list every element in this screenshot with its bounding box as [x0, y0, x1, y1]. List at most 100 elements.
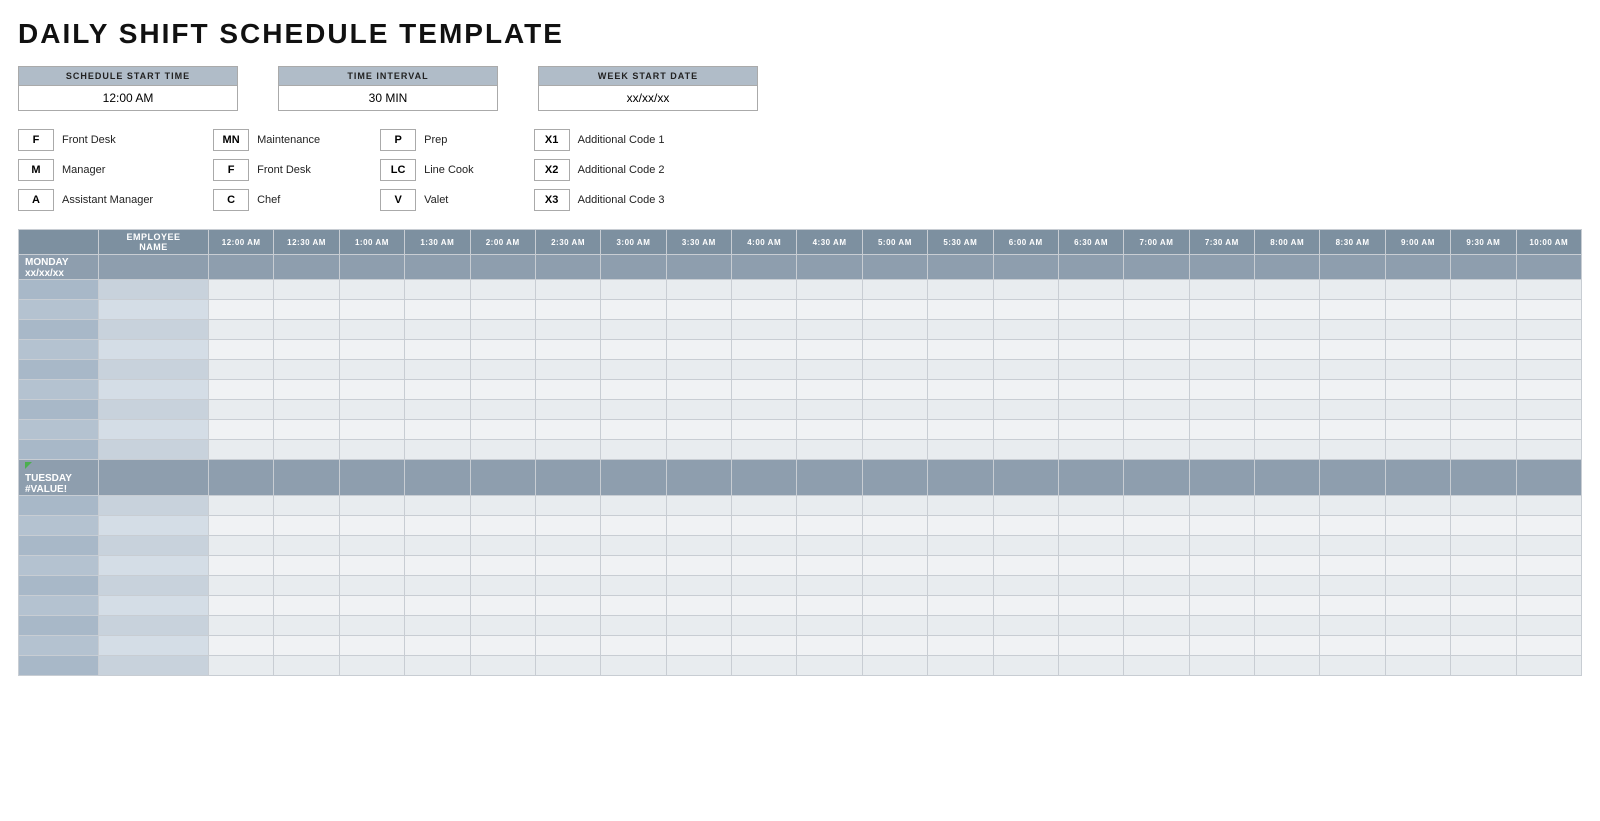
- schedule-cell[interactable]: [470, 596, 535, 616]
- schedule-cell[interactable]: [1516, 636, 1582, 656]
- schedule-cell[interactable]: [274, 496, 339, 516]
- schedule-cell[interactable]: [1058, 440, 1123, 460]
- schedule-cell[interactable]: [1320, 280, 1385, 300]
- schedule-cell[interactable]: [862, 340, 927, 360]
- schedule-cell[interactable]: [1058, 656, 1123, 676]
- schedule-cell[interactable]: [470, 496, 535, 516]
- employee-name-cell[interactable]: [99, 360, 209, 380]
- schedule-cell[interactable]: [797, 496, 862, 516]
- schedule-cell[interactable]: [209, 340, 274, 360]
- schedule-cell[interactable]: [732, 496, 797, 516]
- schedule-cell[interactable]: [1516, 320, 1582, 340]
- schedule-cell[interactable]: [1255, 516, 1320, 536]
- schedule-cell[interactable]: [405, 320, 470, 340]
- schedule-cell[interactable]: [862, 400, 927, 420]
- schedule-cell[interactable]: [1385, 516, 1450, 536]
- schedule-cell[interactable]: [535, 440, 600, 460]
- schedule-cell[interactable]: [535, 340, 600, 360]
- schedule-cell[interactable]: [1255, 320, 1320, 340]
- schedule-cell[interactable]: [1255, 420, 1320, 440]
- schedule-cell[interactable]: [1189, 380, 1254, 400]
- schedule-cell[interactable]: [797, 576, 862, 596]
- schedule-cell[interactable]: [1451, 556, 1516, 576]
- schedule-cell[interactable]: [1320, 340, 1385, 360]
- schedule-cell[interactable]: [928, 496, 993, 516]
- schedule-cell[interactable]: [1320, 300, 1385, 320]
- schedule-cell[interactable]: [1516, 536, 1582, 556]
- schedule-cell[interactable]: [1516, 596, 1582, 616]
- schedule-cell[interactable]: [732, 616, 797, 636]
- schedule-cell[interactable]: [862, 616, 927, 636]
- schedule-cell[interactable]: [1451, 300, 1516, 320]
- schedule-cell[interactable]: [1255, 300, 1320, 320]
- schedule-cell[interactable]: [928, 320, 993, 340]
- employee-name-cell[interactable]: [99, 320, 209, 340]
- schedule-cell[interactable]: [209, 320, 274, 340]
- schedule-cell[interactable]: [666, 636, 731, 656]
- schedule-cell[interactable]: [862, 656, 927, 676]
- employee-name-cell[interactable]: [99, 536, 209, 556]
- schedule-cell[interactable]: [1124, 636, 1189, 656]
- schedule-cell[interactable]: [1124, 556, 1189, 576]
- schedule-cell[interactable]: [1516, 400, 1582, 420]
- schedule-cell[interactable]: [274, 400, 339, 420]
- schedule-cell[interactable]: [1058, 576, 1123, 596]
- schedule-cell[interactable]: [1058, 340, 1123, 360]
- schedule-cell[interactable]: [1516, 656, 1582, 676]
- schedule-cell[interactable]: [1320, 616, 1385, 636]
- schedule-cell[interactable]: [339, 616, 404, 636]
- schedule-cell[interactable]: [797, 360, 862, 380]
- schedule-cell[interactable]: [1516, 300, 1582, 320]
- schedule-cell[interactable]: [1516, 380, 1582, 400]
- schedule-cell[interactable]: [339, 400, 404, 420]
- schedule-cell[interactable]: [666, 496, 731, 516]
- schedule-cell[interactable]: [339, 636, 404, 656]
- schedule-cell[interactable]: [1058, 400, 1123, 420]
- schedule-cell[interactable]: [405, 576, 470, 596]
- schedule-cell[interactable]: [274, 360, 339, 380]
- schedule-cell[interactable]: [470, 656, 535, 676]
- time-interval-value[interactable]: 30 MIN: [278, 86, 498, 111]
- schedule-cell[interactable]: [209, 616, 274, 636]
- schedule-cell[interactable]: [209, 656, 274, 676]
- schedule-cell[interactable]: [993, 440, 1058, 460]
- schedule-cell[interactable]: [274, 656, 339, 676]
- schedule-cell[interactable]: [339, 536, 404, 556]
- schedule-cell[interactable]: [601, 596, 666, 616]
- schedule-cell[interactable]: [1516, 516, 1582, 536]
- schedule-cell[interactable]: [1451, 320, 1516, 340]
- schedule-cell[interactable]: [601, 616, 666, 636]
- schedule-cell[interactable]: [732, 280, 797, 300]
- schedule-cell[interactable]: [535, 536, 600, 556]
- schedule-cell[interactable]: [405, 536, 470, 556]
- schedule-cell[interactable]: [993, 400, 1058, 420]
- schedule-cell[interactable]: [993, 636, 1058, 656]
- schedule-cell[interactable]: [1451, 360, 1516, 380]
- schedule-cell[interactable]: [1189, 360, 1254, 380]
- schedule-cell[interactable]: [797, 516, 862, 536]
- schedule-cell[interactable]: [666, 556, 731, 576]
- schedule-cell[interactable]: [993, 556, 1058, 576]
- schedule-cell[interactable]: [1451, 340, 1516, 360]
- schedule-cell[interactable]: [1320, 596, 1385, 616]
- schedule-cell[interactable]: [797, 320, 862, 340]
- schedule-cell[interactable]: [535, 576, 600, 596]
- schedule-cell[interactable]: [666, 400, 731, 420]
- schedule-cell[interactable]: [274, 576, 339, 596]
- schedule-cell[interactable]: [1058, 420, 1123, 440]
- schedule-cell[interactable]: [1255, 616, 1320, 636]
- schedule-cell[interactable]: [1124, 280, 1189, 300]
- schedule-cell[interactable]: [928, 616, 993, 636]
- schedule-cell[interactable]: [1320, 656, 1385, 676]
- schedule-cell[interactable]: [274, 536, 339, 556]
- schedule-cell[interactable]: [274, 516, 339, 536]
- schedule-cell[interactable]: [1058, 496, 1123, 516]
- schedule-cell[interactable]: [405, 420, 470, 440]
- schedule-cell[interactable]: [1058, 320, 1123, 340]
- schedule-cell[interactable]: [601, 536, 666, 556]
- schedule-cell[interactable]: [1516, 360, 1582, 380]
- schedule-cell[interactable]: [928, 656, 993, 676]
- employee-name-cell[interactable]: [99, 616, 209, 636]
- schedule-cell[interactable]: [862, 440, 927, 460]
- schedule-cell[interactable]: [1385, 280, 1450, 300]
